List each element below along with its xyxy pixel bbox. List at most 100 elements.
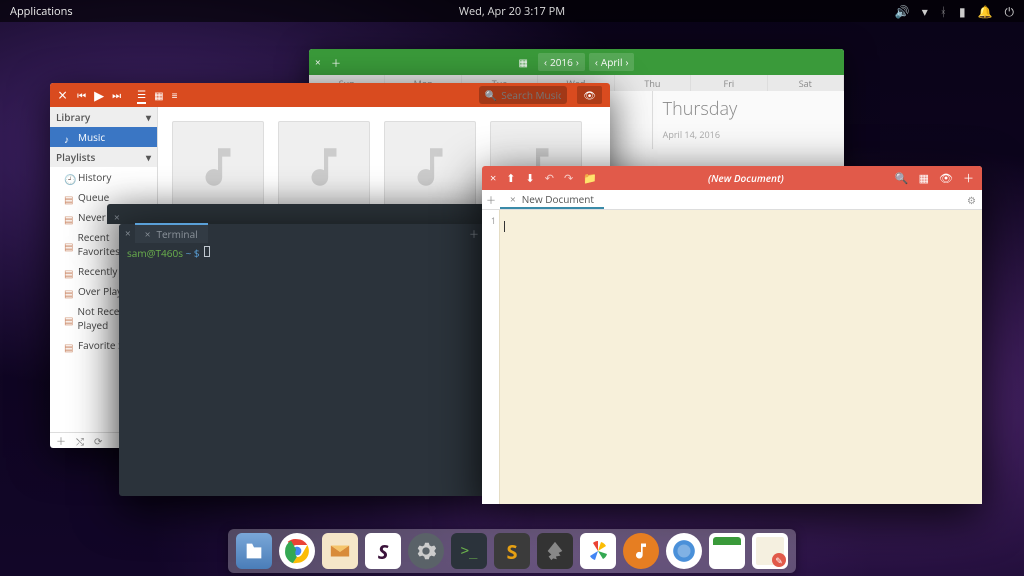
calendar-sidebar: Thursday April 14, 2016 [652,91,844,149]
dock: S >_ S ✎ [228,529,796,573]
terminal-header: × × Terminal ＋ [119,224,485,242]
eye-icon[interactable]: 👁 [939,171,953,186]
month-selector[interactable]: ‹ April › [589,53,635,71]
search-icon: 🔍 [485,88,497,102]
tab-close-icon[interactable]: × [145,227,151,241]
year-selector[interactable]: ‹ 2016 › [538,53,585,71]
power-icon[interactable]: ⏻ [1005,3,1015,20]
chevron-down-icon: ▾ [146,150,151,164]
tab-title: Terminal [156,227,197,241]
next-icon[interactable]: ⏭ [112,88,121,102]
terminal-prompt: sam@T460s ~ $ [127,246,202,260]
open-icon[interactable]: ⬆ [506,171,515,186]
playback-controls: ⏮ ▶ ⏭ [77,86,121,104]
view-controls: ☰ ▦ ≡ [137,87,177,104]
dock-app-settings[interactable] [408,533,444,569]
new-tab-icon[interactable]: ＋ [469,226,479,241]
dock-app-mail[interactable] [322,533,358,569]
battery-icon[interactable]: ▮ [959,3,966,20]
selected-day-title: Thursday [663,97,834,121]
applications-menu[interactable]: Applications [10,4,73,19]
album-tile[interactable] [172,121,264,213]
day-header: Sat [768,75,844,91]
gear-icon[interactable]: ⚙ [961,190,982,209]
close-icon[interactable]: × [58,84,67,106]
calendar-header: × ＋ ▦ ‹ 2016 › ‹ April › [309,49,844,75]
chevron-down-icon: ▾ [146,110,151,124]
dock-app-terminal[interactable]: >_ [451,533,487,569]
editor-tab[interactable]: × New Document [500,190,604,209]
undo-icon[interactable]: ↶ [545,171,554,186]
top-panel: Applications Wed, Apr 20 3:17 PM 🔊 ▾ ᚼ ▮… [0,0,1024,22]
day-header: Fri [691,75,767,91]
notification-icon[interactable]: 🔔 [978,3,993,20]
panel-datetime[interactable]: Wed, Apr 20 3:17 PM [459,4,565,19]
queue-icon: ▤ [64,192,74,202]
editor-header: × ⬆ ⬇ ↶ ↷ 📁 (New Document) 🔍 ▦ 👁 ＋ [482,166,982,190]
column-view-icon[interactable]: ≡ [172,88,178,102]
dock-app-calendar[interactable] [709,533,745,569]
music-header: × ⏮ ▶ ⏭ ☰ ▦ ≡ 🔍 👁 [50,83,610,107]
search-icon[interactable]: 🔍 [895,171,909,186]
editor-textarea[interactable] [500,210,982,504]
save-as-icon[interactable]: ▦ [919,171,929,186]
close-icon[interactable]: × [315,55,321,69]
playlists-section[interactable]: Playlists▾ [50,147,157,167]
redo-icon[interactable]: ↷ [564,171,573,186]
close-icon[interactable]: × [125,226,131,240]
play-icon[interactable]: ▶ [94,86,104,104]
tab-label: New Document [522,192,594,206]
add-playlist-icon[interactable]: ＋ [56,433,66,448]
new-tab-button[interactable]: ＋ [482,190,500,209]
eye-icon[interactable]: 👁 [577,86,602,104]
terminal-window: × × Terminal ＋ sam@T460s ~ $ [119,224,485,496]
terminal-body[interactable]: sam@T460s ~ $ [119,242,485,264]
repeat-icon[interactable]: ⟳ [94,434,102,448]
dock-app-slack[interactable]: S [365,533,401,569]
dock-app-editor[interactable]: ✎ [752,533,788,569]
shuffle-icon[interactable]: ⤭ [76,434,84,448]
dock-app-chrome[interactable] [279,533,315,569]
menu-icon[interactable]: ＋ [963,170,974,186]
dock-app-inkscape[interactable] [537,533,573,569]
library-section[interactable]: Library▾ [50,107,157,127]
terminal-window-behind[interactable]: × [107,204,485,224]
calendar-today-icon[interactable]: ▦ [519,55,528,69]
text-cursor [504,221,505,232]
editor-title: (New Document) [597,171,895,185]
history-icon: 🕘 [64,172,74,182]
music-note-icon: ♪ [64,132,74,142]
album-tile[interactable] [278,121,370,213]
album-tile[interactable] [384,121,476,213]
close-icon[interactable]: × [490,171,496,186]
add-event-icon[interactable]: ＋ [331,55,341,70]
save-icon[interactable]: ⬇ [526,171,535,186]
search-field[interactable]: 🔍 [479,86,567,104]
editor-tabs: ＋ × New Document ⚙ [482,190,982,210]
dock-app-web[interactable] [666,533,702,569]
sidebar-item-history[interactable]: 🕘History [50,167,157,187]
dock-app-music[interactable] [623,533,659,569]
day-header: Thu [615,75,691,91]
terminal-tab[interactable]: × Terminal [135,223,208,243]
playlist-icon: ▤ [64,340,74,350]
grid-view-icon[interactable]: ▦ [154,88,163,102]
editor-window: × ⬆ ⬇ ↶ ↷ 📁 (New Document) 🔍 ▦ 👁 ＋ ＋ × N… [482,166,982,504]
list-view-icon[interactable]: ☰ [137,87,146,104]
playlist-icon: ▤ [64,239,74,249]
prev-icon[interactable]: ⏮ [77,88,86,102]
bluetooth-icon[interactable]: ᚼ [940,3,947,20]
selected-day-date: April 14, 2016 [663,128,720,141]
network-icon[interactable]: ▾ [922,3,928,20]
folder-icon[interactable]: 📁 [583,171,597,186]
tab-close-icon[interactable]: × [510,192,516,206]
volume-icon[interactable]: 🔊 [895,3,910,20]
playlist-icon: ▤ [64,313,73,323]
search-input[interactable] [501,88,561,102]
playlist-icon: ▤ [64,266,74,276]
dock-app-photos[interactable] [580,533,616,569]
dock-app-files[interactable] [236,533,272,569]
sidebar-item-music[interactable]: ♪Music [50,127,157,147]
dock-app-sublime[interactable]: S [494,533,530,569]
line-gutter: 1 [482,210,500,504]
